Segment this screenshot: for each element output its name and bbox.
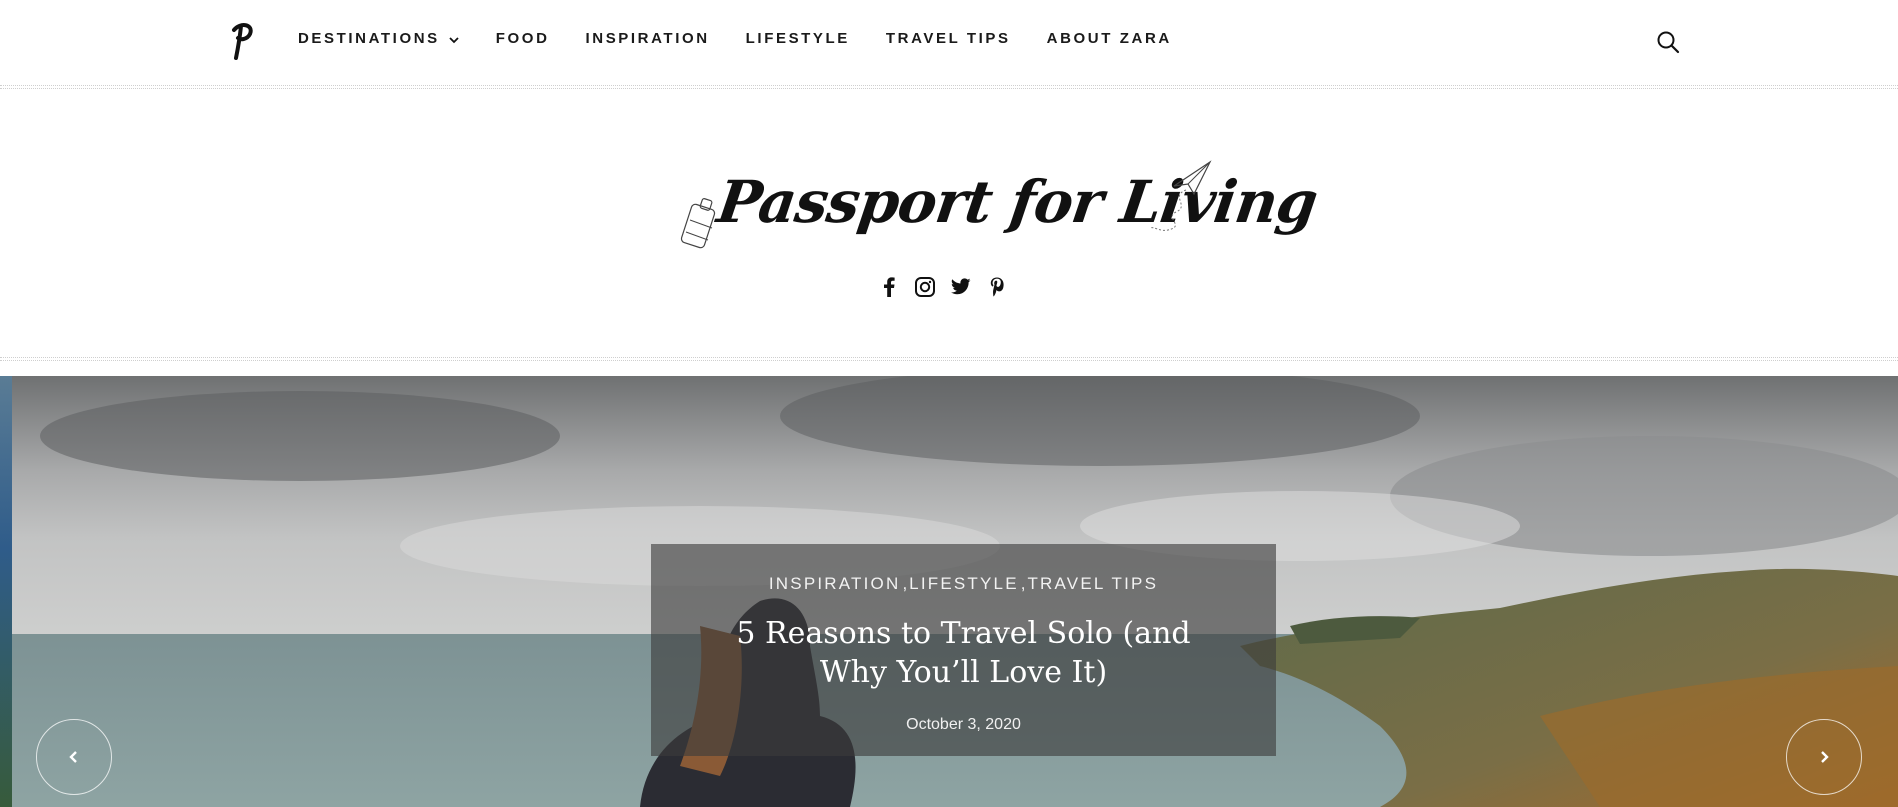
- category-link[interactable]: TRAVEL TIPS: [1027, 574, 1158, 593]
- site-brand-logo[interactable]: Passport for Living: [680, 150, 1321, 270]
- site-title: Passport for Living: [713, 168, 1322, 236]
- nav-item-destinations[interactable]: DESTINATIONS: [298, 30, 460, 47]
- top-navigation: DESTINATIONS FOOD INSPIRATION LIFESTYLE …: [0, 0, 1898, 84]
- facebook-icon[interactable]: [878, 276, 900, 298]
- nav-item-label: FOOD: [495, 30, 550, 47]
- category-link[interactable]: LIFESTYLE: [909, 574, 1019, 593]
- site-logo-mark[interactable]: [228, 20, 256, 60]
- main-menu: DESTINATIONS FOOD INSPIRATION LIFESTYLE …: [298, 30, 1208, 47]
- nav-item-inspiration[interactable]: INSPIRATION: [586, 30, 710, 47]
- slider-next-button[interactable]: [1786, 719, 1862, 795]
- previous-slide-peek: [0, 376, 12, 807]
- pinterest-icon[interactable]: [986, 276, 1008, 298]
- nav-item-label: INSPIRATION: [585, 30, 710, 47]
- post-title[interactable]: 5 Reasons to Travel Solo (and Why You’ll…: [711, 614, 1216, 692]
- nav-item-travel-tips[interactable]: TRAVEL TIPS: [886, 30, 1011, 47]
- divider: [0, 85, 1898, 89]
- post-date: October 3, 2020: [906, 716, 1021, 733]
- nav-item-label: DESTINATIONS: [298, 30, 440, 47]
- nav-item-label: ABOUT ZARA: [1046, 30, 1172, 47]
- chevron-left-icon: [69, 751, 77, 763]
- slider-prev-button[interactable]: [36, 719, 112, 795]
- nav-item-food[interactable]: FOOD: [496, 30, 550, 47]
- nav-item-label: LIFESTYLE: [745, 30, 850, 47]
- search-icon[interactable]: [1656, 30, 1680, 54]
- instagram-icon[interactable]: [914, 276, 936, 298]
- chevron-right-icon: [1821, 751, 1829, 763]
- nav-item-label: TRAVEL TIPS: [885, 30, 1011, 47]
- featured-slider: INSPIRATION, LIFESTYLE, TRAVEL TIPS 5 Reas…: [0, 376, 1898, 807]
- nav-item-about-zara[interactable]: ABOUT ZARA: [1047, 30, 1172, 47]
- divider: [0, 357, 1898, 361]
- chevron-down-icon: [448, 33, 460, 45]
- nav-item-lifestyle[interactable]: LIFESTYLE: [746, 30, 850, 47]
- paper-plane-icon: [1149, 156, 1220, 236]
- social-links: [878, 276, 1022, 298]
- slide-caption[interactable]: INSPIRATION, LIFESTYLE, TRAVEL TIPS 5 Reas…: [651, 544, 1276, 756]
- twitter-icon[interactable]: [950, 276, 972, 298]
- post-categories: INSPIRATION, LIFESTYLE, TRAVEL TIPS: [651, 574, 1276, 594]
- category-separator: ,: [1020, 574, 1026, 593]
- category-link[interactable]: INSPIRATION: [769, 574, 901, 593]
- category-separator: ,: [902, 574, 908, 593]
